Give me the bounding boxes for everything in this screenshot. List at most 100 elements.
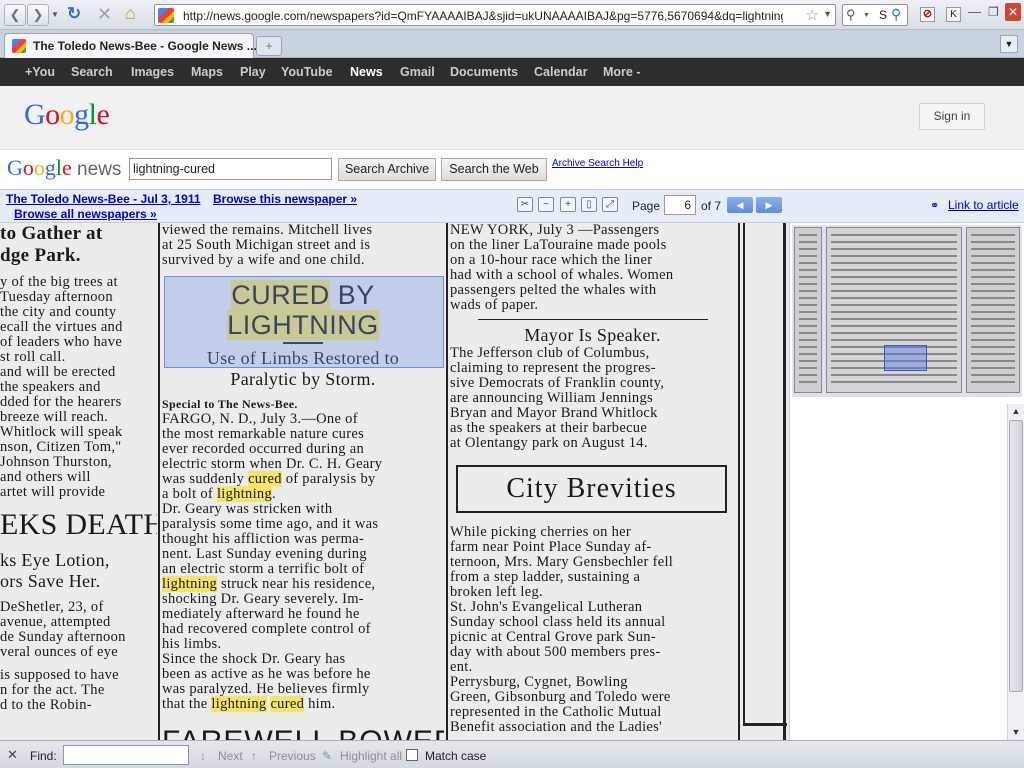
gbar-item-play[interactable]: Play xyxy=(240,65,266,79)
search-archive-button[interactable]: Search Archive xyxy=(338,158,436,181)
newspaper-page[interactable]: to Gather at dge Park. y of the big trees… xyxy=(0,223,789,740)
gbar-item-gmail[interactable]: Gmail xyxy=(400,65,435,79)
match-case-label[interactable]: Match case xyxy=(425,749,486,763)
archive-help-link[interactable]: Archive Search Help xyxy=(552,158,643,169)
bookmark-star-icon[interactable]: ☆ xyxy=(806,6,819,24)
search-engine-text[interactable]: S xyxy=(879,8,887,22)
fit-width-icon[interactable]: ▯ xyxy=(581,197,597,212)
article-line: the city and county xyxy=(0,304,117,320)
article-line: ors Save Her. xyxy=(0,571,101,591)
google-news-logo[interactable]: Google news xyxy=(7,155,121,181)
down-arrow-icon[interactable]: ↓ xyxy=(200,749,206,763)
scroll-up-icon[interactable]: ▲ xyxy=(1008,404,1024,418)
search-web-button[interactable]: Search the Web xyxy=(441,158,547,181)
gbar-item-more[interactable]: More - xyxy=(603,65,641,79)
engine-dropdown-icon[interactable]: ▼ xyxy=(863,12,870,19)
home-icon[interactable]: ⌂ xyxy=(125,3,136,24)
scroll-down-icon[interactable]: ▼ xyxy=(1008,725,1024,739)
search-engine-icon[interactable]: ⚲ xyxy=(846,7,856,23)
find-next-button[interactable]: Next xyxy=(218,749,243,763)
close-find-icon[interactable]: ✕ xyxy=(7,747,18,763)
history-dropdown-icon[interactable]: ▼ xyxy=(51,10,59,19)
page-thumbnail-prev[interactable] xyxy=(794,227,822,393)
highlight-icon[interactable]: ✎ xyxy=(322,749,332,763)
gbar-item-search[interactable]: Search xyxy=(71,65,113,79)
browse-all-link[interactable]: Browse all newspapers » xyxy=(14,207,157,221)
stop-icon[interactable]: ✕ xyxy=(97,4,112,25)
url-dropdown-icon[interactable]: ▼ xyxy=(823,9,832,19)
gbar-item-images[interactable]: Images xyxy=(131,65,174,79)
newspaper-date-link[interactable]: The Toledo News-Bee - Jul 3, 1911 xyxy=(6,192,201,206)
link-to-article[interactable]: Link to article xyxy=(948,198,1019,212)
article-line: was suddenly cured of paralysis by xyxy=(162,471,376,487)
highlight-all-button[interactable]: Highlight all xyxy=(340,749,402,763)
find-label: Find: xyxy=(30,749,57,763)
tab-list-icon[interactable]: ▼ xyxy=(1000,35,1018,53)
forward-button[interactable]: ❯ xyxy=(27,4,49,26)
gbar-item-documents[interactable]: Documents xyxy=(450,65,518,79)
site-favicon xyxy=(158,8,174,23)
article-line: to Gather at xyxy=(0,223,103,244)
panel-scrollbar[interactable]: ▲ ▼ xyxy=(1007,404,1024,740)
magnifier-icon[interactable]: ⚲ xyxy=(891,6,901,23)
article-line: FARGO, N. D., July 3.—One of xyxy=(162,411,358,427)
zoom-out-icon[interactable]: − xyxy=(538,197,554,212)
gbar-item-you[interactable]: +You xyxy=(25,65,55,79)
next-page-button[interactable]: ▶ xyxy=(756,197,782,213)
google-logo[interactable]: Google xyxy=(24,98,110,132)
restore-icon[interactable]: ❐ xyxy=(988,5,999,19)
addon-k-icon[interactable]: K xyxy=(946,7,961,22)
gbar-item-calendar[interactable]: Calendar xyxy=(534,65,588,79)
article-line: had with a school of whales. Women xyxy=(450,267,674,283)
link-icon[interactable]: ⚭ xyxy=(930,199,939,212)
clip-icon[interactable]: ✂ xyxy=(517,197,533,212)
new-tab-button[interactable]: + xyxy=(256,36,282,56)
article-line: at Olentangy park on August 14. xyxy=(450,435,648,451)
tab-title[interactable]: The Toledo News-Bee - Google News ... xyxy=(33,39,257,53)
article-line: are announcing William Jennings xyxy=(450,390,653,406)
sign-in-button[interactable]: Sign in xyxy=(919,103,985,130)
page-thumbnail-next[interactable] xyxy=(966,227,1020,393)
article-line: While picking cherries on her xyxy=(450,524,632,540)
gbar-item-news[interactable]: News xyxy=(350,65,383,79)
article-line: DeShetler, 23, of xyxy=(0,599,104,615)
scroll-thumb[interactable] xyxy=(1009,420,1023,692)
url-bar[interactable]: http://news.google.com/newspapers?id=QmF… xyxy=(154,4,836,26)
article-selection-highlight[interactable] xyxy=(164,276,444,368)
close-window-icon[interactable]: ✕ xyxy=(1005,3,1021,21)
article-line: thought his affliction was perma- xyxy=(162,531,365,547)
article-line: de Sunday afternoon xyxy=(0,629,126,645)
article-line: farm near Point Place Sunday af- xyxy=(450,539,652,555)
article-line: nson, Citizen Tom," xyxy=(0,439,122,455)
gbar-item-maps[interactable]: Maps xyxy=(191,65,223,79)
article-line: Perrysburg, Cygnet, Bowling xyxy=(450,674,628,690)
search-input[interactable]: lightning-cured xyxy=(129,158,332,180)
bottom-headline: FAREWELL BOWERY xyxy=(162,726,444,741)
article-line: ks Eye Lotion, xyxy=(0,550,110,570)
page-number-input[interactable]: 6 xyxy=(664,195,696,215)
match-case-checkbox[interactable] xyxy=(406,749,418,761)
article-line: Benefit association and the Ladies' xyxy=(450,719,663,735)
article-line: electric storm when Dr. C. H. Geary xyxy=(162,456,383,472)
find-input[interactable] xyxy=(63,745,189,765)
browser-search-box[interactable]: ⚲ ▼ S ⚲ xyxy=(842,4,908,26)
addon-block-icon[interactable]: ⊘ xyxy=(920,7,935,22)
browse-newspaper-link[interactable]: Browse this newspaper » xyxy=(213,192,357,206)
article-line: ternoon, Mrs. Mary Gensbechler fell xyxy=(450,554,674,570)
thumbnail-viewport-marker[interactable] xyxy=(884,345,927,371)
tab-toledo-news-bee[interactable]: The Toledo News-Bee - Google News ... xyxy=(4,33,257,58)
up-arrow-icon[interactable]: ↑ xyxy=(251,749,257,763)
url-text[interactable]: http://news.google.com/newspapers?id=QmF… xyxy=(183,9,783,23)
article-line: mediately afterward he found he xyxy=(162,606,360,622)
back-button[interactable]: ❮ xyxy=(4,4,26,26)
reload-icon[interactable]: ↻ xyxy=(67,4,81,24)
gbar-item-youtube[interactable]: YouTube xyxy=(281,65,333,79)
minimize-icon[interactable]: — xyxy=(968,4,981,19)
page-thumbnail-strip[interactable] xyxy=(792,225,1022,397)
fullscreen-icon[interactable]: ⤢ xyxy=(602,197,618,212)
prev-page-button[interactable]: ◀ xyxy=(727,197,753,213)
article-line: picnic at Central Grove park Sun- xyxy=(450,629,656,645)
find-previous-button[interactable]: Previous xyxy=(269,749,316,763)
zoom-in-icon[interactable]: + xyxy=(560,197,576,212)
article-line: Sunday school class held its annual xyxy=(450,614,666,630)
